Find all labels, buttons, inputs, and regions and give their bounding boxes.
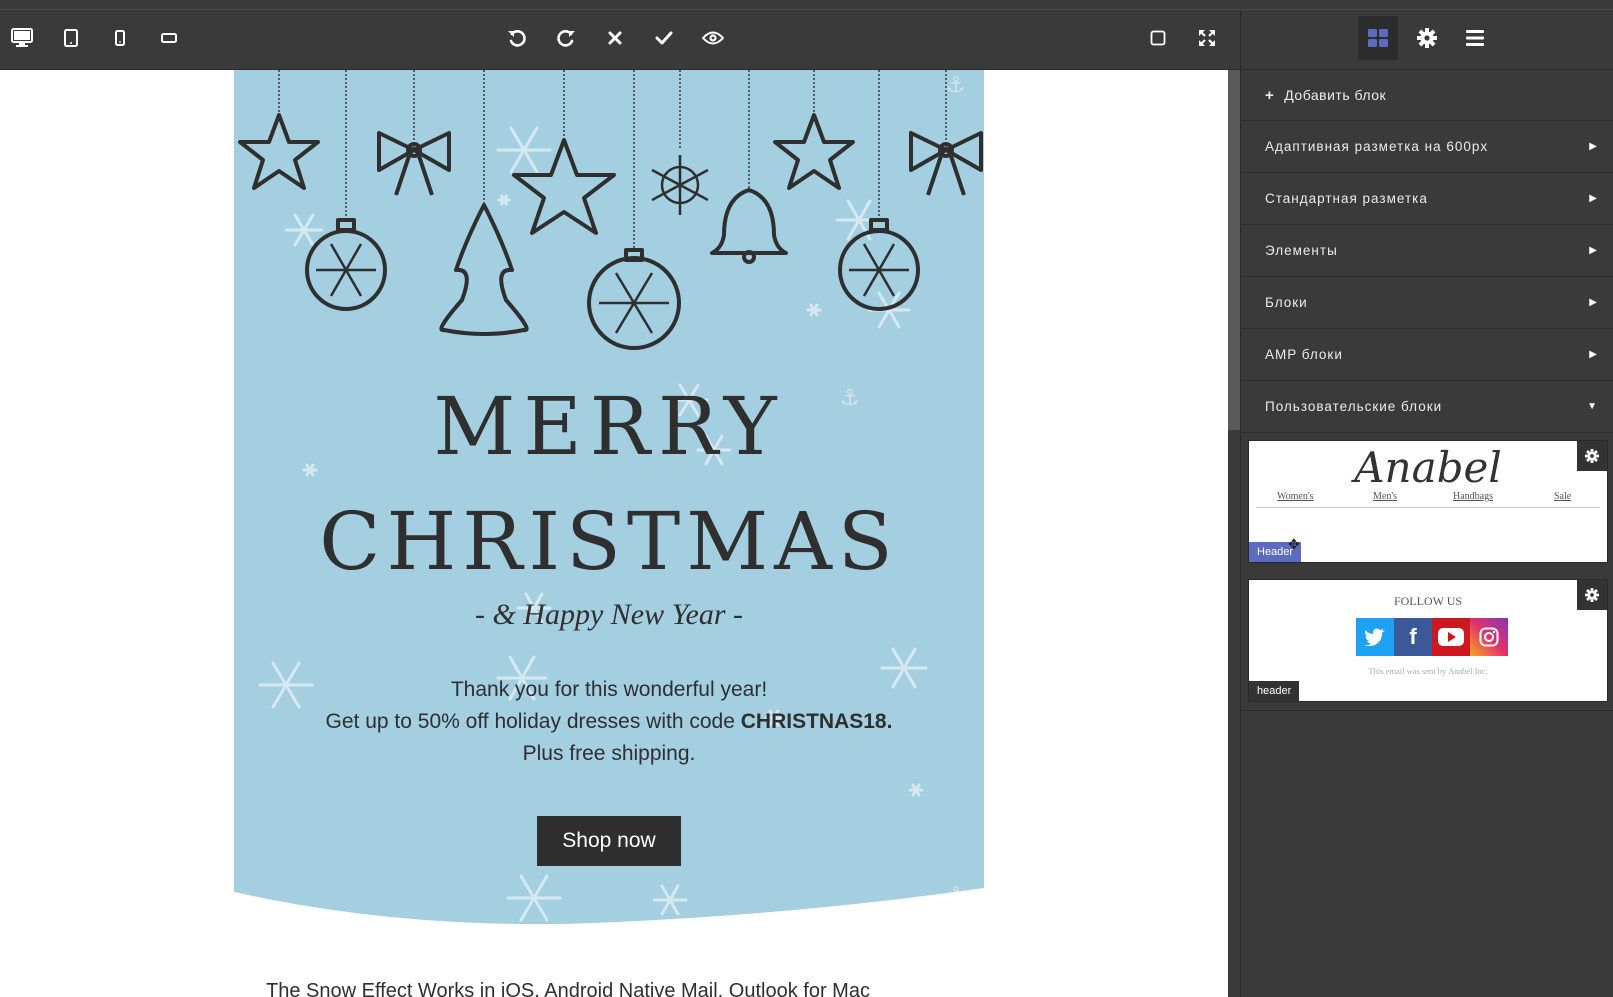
block-settings-gear-icon[interactable] xyxy=(1577,441,1607,471)
title-christmas: CHRISTMAS xyxy=(319,495,899,588)
nav-sale: Sale xyxy=(1554,491,1572,502)
caret-down-icon: ▼ xyxy=(1587,401,1598,412)
settings-gear-icon[interactable] xyxy=(1407,16,1447,60)
divider xyxy=(1256,507,1600,508)
undo-icon[interactable] xyxy=(501,22,533,54)
instagram-icon[interactable] xyxy=(1470,618,1508,656)
nav-womens: Women's xyxy=(1277,491,1314,502)
editor-toolbar xyxy=(0,10,1240,70)
christmas-email-block[interactable]: ⚓ ⚓ ⚓ MERRY CHRISTMAS - & Happy New Year… xyxy=(234,70,984,950)
sidebar-item-label: Пользовательские блоки xyxy=(1265,399,1443,414)
caret-right-icon: ▶ xyxy=(1589,297,1598,308)
sidebar-item-standard-layout[interactable]: Стандартная разметка ▶ xyxy=(1241,173,1613,225)
sidebar-item-label: Стандартная разметка xyxy=(1265,191,1428,206)
custom-block-header[interactable]: Anabel Women's Men's Handbags Sale Heade… xyxy=(1248,440,1608,563)
caret-right-icon: ▶ xyxy=(1589,245,1598,256)
body-line-2-prefix: Get up to 50% off holiday dresses with c… xyxy=(325,710,741,733)
eye-icon[interactable] xyxy=(697,22,729,54)
shop-now-button[interactable]: Shop now xyxy=(537,816,681,866)
sidebar-item-label: Блоки xyxy=(1265,295,1308,310)
caret-right-icon: ▶ xyxy=(1589,349,1598,360)
svg-text:⚓: ⚓ xyxy=(946,73,966,98)
sidebar-item-blocks[interactable]: Блоки ▶ xyxy=(1241,277,1613,329)
redo-icon[interactable] xyxy=(550,22,582,54)
plus-icon: + xyxy=(1265,86,1275,104)
youtube-icon[interactable] xyxy=(1432,618,1470,656)
block-settings-gear-icon[interactable] xyxy=(1577,580,1607,610)
snow-effect-text: The Snow Effect Works in iOS, Android Na… xyxy=(266,980,870,997)
mobile-landscape-icon[interactable] xyxy=(153,22,185,54)
check-icon[interactable] xyxy=(648,22,680,54)
desktop-icon[interactable] xyxy=(6,22,38,54)
custom-block-social[interactable]: FOLLOW US f This email was sent by Anabe… xyxy=(1248,579,1608,702)
twitter-icon[interactable] xyxy=(1356,618,1394,656)
editor-canvas: ⚓ ⚓ ⚓ MERRY CHRISTMAS - & Happy New Year… xyxy=(0,70,1228,997)
body-line-2: Get up to 50% off holiday dresses with c… xyxy=(234,710,984,734)
nav-handbags: Handbags xyxy=(1453,491,1493,502)
panel-header xyxy=(1240,10,1613,70)
custom-blocks-list: Anabel Women's Men's Handbags Sale Heade… xyxy=(1241,433,1613,711)
promo-code: CHRISTNAS18. xyxy=(740,710,893,733)
sidebar-item-responsive-600[interactable]: Адаптивная разметка на 600px ▶ xyxy=(1241,121,1613,173)
menu-icon[interactable] xyxy=(1455,16,1495,60)
scrollbar-thumb[interactable] xyxy=(1228,70,1240,430)
follow-us-heading: FOLLOW US xyxy=(1393,594,1463,608)
blocks-grid-icon[interactable] xyxy=(1358,16,1398,60)
sidebar-item-elements[interactable]: Элементы ▶ xyxy=(1241,225,1613,277)
sidebar-item-label: Адаптивная разметка на 600px xyxy=(1265,139,1489,154)
brand-logo: Anabel xyxy=(1354,443,1502,492)
body-line-1: Thank you for this wonderful year! xyxy=(450,678,768,701)
tablet-icon[interactable] xyxy=(55,22,87,54)
body-line-3: Plus free shipping. xyxy=(522,742,696,765)
move-cursor-icon: ✥ xyxy=(1288,536,1300,552)
block-label-header-2: header xyxy=(1249,681,1300,701)
nav-mens: Men's xyxy=(1373,491,1398,502)
footer-note: This email was sent by Anabel Inc. xyxy=(1368,666,1488,676)
close-icon[interactable] xyxy=(599,22,631,54)
mobile-icon[interactable] xyxy=(104,22,136,54)
sidebar-item-custom-blocks[interactable]: Пользовательские блоки ▼ xyxy=(1241,381,1613,433)
sidebar-item-label: Элементы xyxy=(1265,243,1338,258)
sidebar-item-label: AMP блоки xyxy=(1265,347,1343,362)
sidebar-item-amp-blocks[interactable]: AMP блоки ▶ xyxy=(1241,329,1613,381)
fullscreen-icon[interactable] xyxy=(1191,22,1223,54)
square-icon[interactable] xyxy=(1142,22,1174,54)
add-block-button[interactable]: + Добавить блок xyxy=(1241,70,1613,121)
add-block-label: Добавить блок xyxy=(1284,87,1387,103)
caret-right-icon: ▶ xyxy=(1589,141,1598,152)
subtitle: - & Happy New Year - xyxy=(474,598,744,631)
top-edge xyxy=(0,0,1613,10)
title-merry: MERRY xyxy=(433,380,785,473)
facebook-icon[interactable]: f xyxy=(1394,618,1432,656)
canvas-scrollbar[interactable] xyxy=(1228,70,1240,997)
blocks-sidebar: + Добавить блок Адаптивная разметка на 60… xyxy=(1240,70,1613,997)
caret-right-icon: ▶ xyxy=(1589,193,1598,204)
